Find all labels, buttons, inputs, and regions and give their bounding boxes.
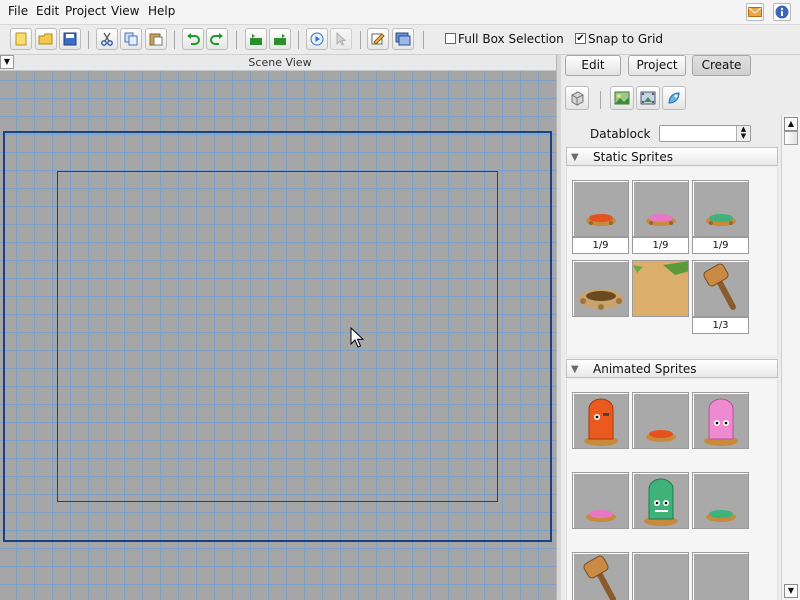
static-sprite-frame-label: 1/9: [572, 237, 629, 254]
animated-sprite-green-hole[interactable]: [692, 472, 749, 529]
select-pointer-icon[interactable]: [330, 28, 352, 50]
static-sprite-pink-hole[interactable]: [632, 180, 689, 237]
snap-to-grid-label: Snap to Grid: [588, 32, 664, 46]
toolbar-separator: [423, 31, 424, 49]
particle-effect-tool-icon[interactable]: [662, 86, 686, 110]
static-sprite-dirt-hole[interactable]: [572, 260, 629, 317]
animated-sprites-section-header[interactable]: ▼ Animated Sprites: [566, 359, 778, 378]
toolbar-separator: [360, 31, 361, 49]
static-sprite-green-hole[interactable]: [692, 180, 749, 237]
static-sprite-orange-hole[interactable]: [572, 180, 629, 237]
select-arrows-icon: ▲ ▼: [736, 126, 750, 141]
toolbar-separator: [174, 31, 175, 49]
save-icon[interactable]: [59, 28, 81, 50]
tab-project[interactable]: Project: [628, 55, 686, 76]
animated-sprite-orange-mole[interactable]: [572, 392, 629, 449]
full-box-selection-label: Full Box Selection: [458, 32, 564, 46]
static-sprites-grid: 1/9 1/9 1/9 1/3: [566, 167, 778, 355]
edit-notes-icon[interactable]: [367, 28, 389, 50]
animated-sprite-green-mole[interactable]: [632, 472, 689, 529]
scrollbar-thumb[interactable]: [784, 131, 798, 145]
copy-icon[interactable]: [120, 28, 142, 50]
bring-forward-icon[interactable]: [245, 28, 267, 50]
animated-sprite-tool-icon[interactable]: [636, 86, 660, 110]
static-sprite-frame-label: 1/9: [692, 237, 749, 254]
info-icon[interactable]: [773, 3, 791, 21]
mouse-cursor-icon: [350, 327, 365, 348]
toolbar-separator: [298, 31, 299, 49]
undo-icon[interactable]: [182, 28, 204, 50]
menu-view[interactable]: View: [111, 4, 139, 18]
static-sprite-frame-label: 1/3: [692, 317, 749, 334]
animated-sprites-grid: [566, 379, 778, 600]
static-sprite-hammer[interactable]: [692, 260, 749, 317]
scene-view-canvas[interactable]: [0, 71, 556, 600]
paste-icon[interactable]: [145, 28, 167, 50]
menu-file[interactable]: File: [8, 4, 28, 18]
toolbar-separator: [88, 31, 89, 49]
menu-edit[interactable]: Edit: [36, 4, 59, 18]
animated-sprite-thumbnail[interactable]: [632, 552, 689, 600]
static-sprites-title: Static Sprites: [593, 150, 673, 164]
screen-preview-icon[interactable]: [392, 28, 414, 50]
snap-to-grid-checkbox[interactable]: ✔: [575, 33, 586, 44]
object-library-icon[interactable]: [565, 86, 589, 110]
scene-view-header: ▼ Scene View: [0, 55, 556, 71]
scene-view-title: Scene View: [248, 56, 312, 69]
static-sprite-tool-icon[interactable]: [610, 86, 634, 110]
animated-sprite-thumbnail[interactable]: [692, 552, 749, 600]
camera-bounds: [57, 171, 498, 502]
animated-sprite-pink-mole[interactable]: [692, 392, 749, 449]
new-file-icon[interactable]: [10, 28, 32, 50]
scroll-down-icon[interactable]: ▼: [784, 584, 798, 598]
static-sprite-frame-label: 1/9: [632, 237, 689, 254]
open-folder-icon[interactable]: [35, 28, 57, 50]
menu-help[interactable]: Help: [148, 4, 175, 18]
toolbar: Full Box Selection ✔ Snap to Grid: [0, 25, 800, 55]
menu-bar: File Edit Project View Help: [0, 0, 800, 25]
redo-icon[interactable]: [206, 28, 228, 50]
toolbar-separator: [236, 31, 237, 49]
animated-sprite-orange-hole[interactable]: [632, 392, 689, 449]
scroll-up-icon[interactable]: ▲: [784, 117, 798, 131]
create-panel: Edit Project Create Datablock ▲ ▼ ▼ Stati…: [561, 55, 800, 600]
cut-icon[interactable]: [96, 28, 118, 50]
full-box-selection-checkbox[interactable]: [445, 33, 456, 44]
animated-sprites-title: Animated Sprites: [593, 362, 697, 376]
play-icon[interactable]: [306, 28, 328, 50]
panel-scrollbar[interactable]: ▲ ▼: [781, 115, 800, 600]
panel-separator: [600, 91, 601, 109]
tab-edit[interactable]: Edit: [565, 55, 621, 76]
collapse-triangle-icon: ▼: [571, 364, 579, 375]
datablock-select[interactable]: ▲ ▼: [659, 125, 751, 142]
datablock-label: Datablock: [590, 127, 651, 141]
send-backward-icon[interactable]: [269, 28, 291, 50]
menu-project[interactable]: Project: [65, 4, 106, 18]
animated-sprite-hammer[interactable]: [572, 552, 629, 600]
static-sprites-section-header[interactable]: ▼ Static Sprites: [566, 147, 778, 166]
static-sprite-sand-background[interactable]: [632, 260, 689, 317]
mail-icon[interactable]: [746, 3, 764, 21]
collapse-triangle-icon: ▼: [571, 152, 579, 163]
animated-sprite-pink-hole[interactable]: [572, 472, 629, 529]
tab-create[interactable]: Create: [692, 55, 751, 76]
